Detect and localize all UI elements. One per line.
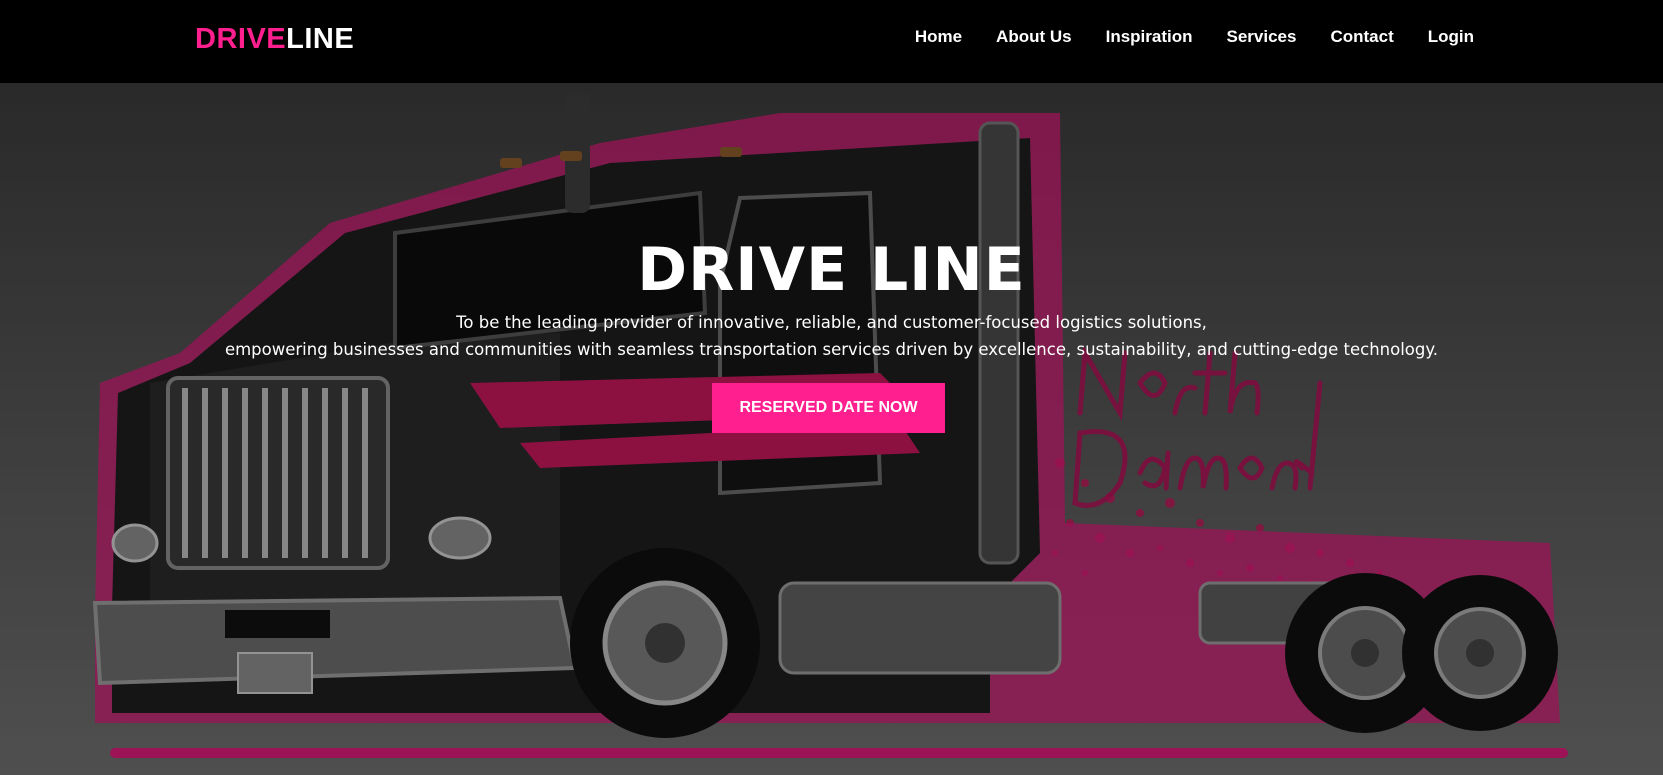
navbar: DRIVELINE Home About Us Inspiration Serv… (0, 0, 1663, 83)
logo-part-drive: DRIVE (195, 23, 287, 55)
nav-contact[interactable]: Contact (1330, 27, 1393, 47)
brand-logo[interactable]: DRIVELINE (195, 22, 354, 56)
logo-part-line: LINE (286, 23, 355, 55)
reserve-date-button[interactable]: RESERVED DATE NOW (712, 383, 945, 433)
nav-login[interactable]: Login (1428, 27, 1474, 47)
hero-description: To be the leading provider of innovative… (0, 309, 1663, 363)
hero-description-line-2: empowering businesses and communities wi… (224, 340, 1439, 359)
hero-title: DRIVE LINE (637, 235, 1026, 305)
nav-inspiration[interactable]: Inspiration (1106, 27, 1193, 47)
hero-description-line-1: To be the leading provider of innovative… (456, 313, 1207, 332)
hero-section: DRIVE LINE To be the leading provider of… (0, 83, 1663, 775)
nav-home[interactable]: Home (915, 27, 962, 47)
main-nav: Home About Us Inspiration Services Conta… (881, 27, 1474, 47)
nav-about-us[interactable]: About Us (996, 27, 1072, 47)
nav-services[interactable]: Services (1227, 27, 1297, 47)
